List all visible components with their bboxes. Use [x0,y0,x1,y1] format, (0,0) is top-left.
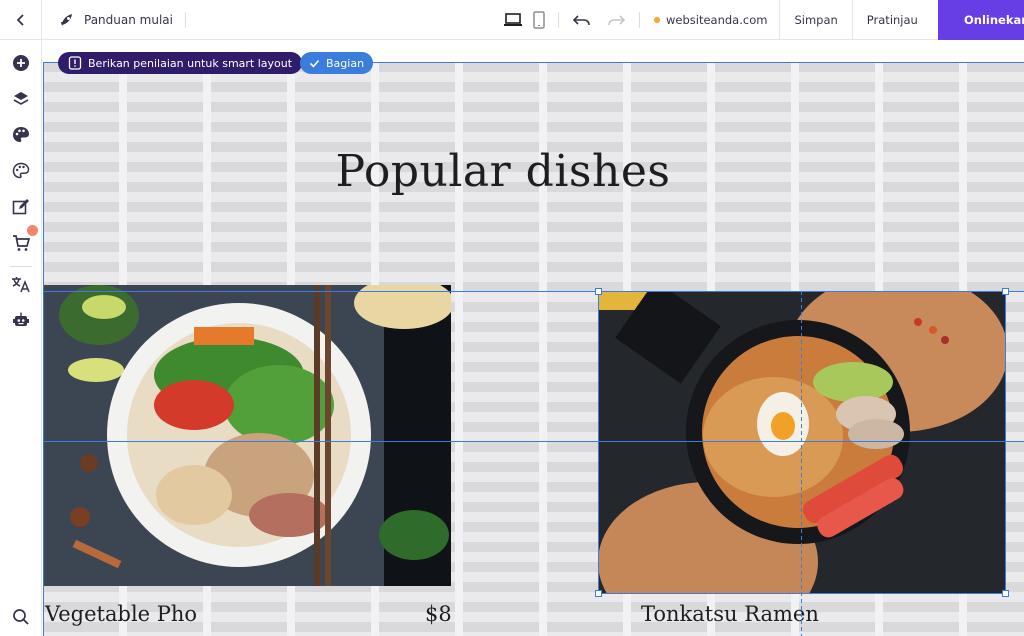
center-guide-line [801,291,802,636]
robot-icon [13,312,29,326]
cart-icon [13,235,30,251]
layers-button[interactable] [10,88,32,110]
store-button[interactable] [10,232,32,254]
editor-controls: websiteanda.com Simpan Pratinjau [500,0,932,40]
dish-name-pho[interactable]: Vegetable Pho [45,602,197,626]
resize-handle[interactable] [1002,288,1009,295]
palette-outline-icon [12,162,30,179]
divider [10,266,32,267]
layers-icon [13,92,29,105]
palette-icon [13,127,29,142]
translate-button[interactable] [10,273,32,295]
domain-label: websiteanda.com [666,13,768,27]
theme-button[interactable] [10,160,32,182]
dish-price-pho[interactable]: $8 [425,602,452,626]
row-guide-line [43,441,1024,442]
publish-button[interactable]: Onlinekan [938,0,1024,40]
section-tag-label: Bagian [326,56,365,70]
left-sidebar [0,40,42,636]
dish-image-pho[interactable] [44,285,451,586]
resize-handle[interactable] [595,590,602,597]
section-tag[interactable]: Bagian [300,52,374,74]
smart-layout-label: Berikan penilaian untuk smart layout [88,56,293,70]
back-button[interactable] [0,0,42,40]
mobile-view-button[interactable] [526,0,552,40]
ai-assistant-button[interactable] [10,309,32,331]
resize-handle[interactable] [1002,590,1009,597]
notification-badge [27,225,38,236]
guide-button[interactable]: Panduan mulai [42,0,185,40]
dish-name-ramen[interactable]: Tonkatsu Ramen [641,602,819,626]
phone-icon [533,11,545,29]
desktop-view-button[interactable] [500,0,526,40]
domain-indicator[interactable]: websiteanda.com [646,13,779,27]
check-icon [309,59,320,68]
editor-canvas[interactable]: Popular dishes Vegetable Pho $8 Tonkatsu… [43,62,1024,636]
chevron-left-icon [16,13,24,26]
rocket-icon [61,13,72,26]
divider [558,12,559,28]
redo-button[interactable] [599,0,633,40]
section-selection-outline [43,62,44,636]
styles-button[interactable] [10,124,32,146]
feedback-icon [68,56,82,70]
divider [639,12,640,28]
row-guide-line [43,291,1024,292]
edit-icon [12,199,29,215]
search-icon [13,609,29,625]
add-element-button[interactable] [10,52,32,74]
search-button[interactable] [10,606,32,628]
redo-icon [608,15,625,26]
image-selection-outline [598,291,599,593]
plus-circle-icon [13,55,29,71]
image-selection-outline [598,593,1006,594]
top-bar: Panduan mulai websiteanda.com Simpan Pra… [0,0,1024,40]
undo-button[interactable] [565,0,599,40]
preview-button[interactable]: Pratinjau [851,0,932,40]
image-selection-outline [1005,291,1006,593]
guide-label: Panduan mulai [84,12,173,27]
smart-layout-feedback-button[interactable]: Berikan penilaian untuk smart layout [58,52,303,74]
undo-icon [573,15,590,26]
status-dot [654,17,660,23]
resize-handle[interactable] [595,288,602,295]
divider [184,11,186,28]
laptop-icon [504,13,522,26]
blog-button[interactable] [10,196,32,218]
section-heading[interactable]: Popular dishes [43,146,1006,197]
save-button[interactable]: Simpan [779,0,851,40]
translate-icon [12,277,30,293]
